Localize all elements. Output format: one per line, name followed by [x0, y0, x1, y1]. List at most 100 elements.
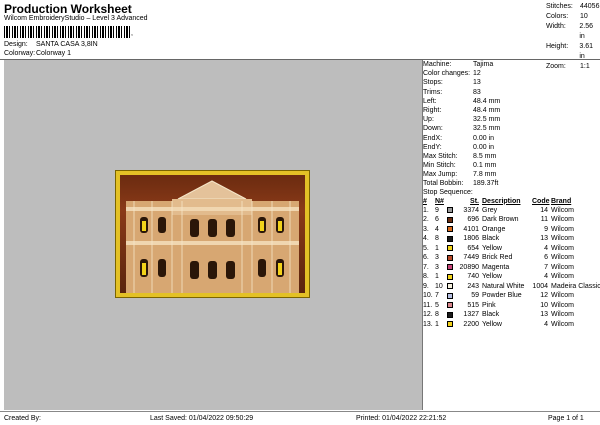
machine-info-list: Machine: Tajima Color changes: 12 Stops: 13 Tr… [423, 60, 600, 189]
machine-info-value: 12 [473, 70, 481, 78]
machine-info-label: Max Stitch: [423, 152, 458, 160]
row-index: 4. [423, 235, 429, 243]
row-swatch [447, 253, 457, 263]
color-swatch [447, 292, 453, 299]
stop-sequence-row: 2. 6 696 Dark Brown 11 Wilcom [423, 215, 600, 225]
row-stitches: 3374 [463, 206, 479, 214]
machine-info-row: Max Jump: 7.8 mm [423, 170, 600, 179]
stat-label: Width: [546, 23, 566, 30]
row-code: 4 [544, 273, 548, 281]
row-brand: Wilcom [551, 225, 574, 233]
machine-info-value: 7.8 mm [473, 171, 497, 179]
row-description: Pink [482, 301, 496, 309]
machine-info-row: Machine: Tajima [423, 60, 600, 69]
color-swatch [447, 254, 453, 261]
row-needle: 8 [435, 235, 439, 243]
row-brand: Wilcom [551, 206, 574, 214]
colorway-label: Colorway: [4, 50, 36, 57]
stop-sequence-row: 10. 7 59 Powder Blue 12 Wilcom [423, 291, 600, 301]
row-stitches: 7449 [463, 254, 479, 262]
machine-info-row: Right: 48.4 mm [423, 106, 600, 115]
machine-info-row: Min Stitch: 0.1 mm [423, 161, 600, 170]
machine-info-row: Max Stitch: 8.5 mm [423, 152, 600, 161]
row-brand: Wilcom [551, 273, 574, 281]
stop-sequence-row: 1. 9 3374 Grey 14 Wilcom [423, 206, 600, 216]
machine-info-value: 0.1 mm [473, 162, 497, 170]
building-illustration [126, 180, 299, 293]
row-swatch [447, 234, 457, 244]
stop-sequence-row: 12. 8 1327 Black 13 Wilcom [423, 310, 600, 320]
row-needle: 1 [435, 273, 439, 281]
machine-info-label: Up: [423, 116, 434, 124]
machine-info-value: 48.4 mm [473, 97, 501, 105]
row-index: 5. [423, 244, 429, 252]
row-swatch [447, 244, 457, 254]
row-description: Orange [482, 225, 506, 233]
row-code: 4 [544, 244, 548, 252]
row-description: Yellow [482, 320, 502, 328]
row-swatch [447, 206, 457, 216]
printed-date: Printed: 01/04/2022 22:21:52 [356, 415, 447, 422]
machine-info-row: EndX: 0.00 in [423, 134, 600, 143]
row-description: Yellow [482, 244, 502, 252]
row-code: 7 [544, 263, 548, 271]
row-swatch [447, 301, 457, 311]
row-needle: 3 [435, 263, 439, 271]
color-swatch [447, 264, 453, 271]
row-stitches: 654 [467, 244, 479, 252]
machine-info-label: Max Jump: [423, 171, 458, 179]
row-stitches: 2200 [463, 320, 479, 328]
machine-info-label: Right: [423, 106, 442, 114]
stat-value: 10 [580, 13, 588, 20]
row-code: 14 [540, 206, 548, 214]
col-needle: N# [435, 197, 444, 205]
row-needle: 10 [435, 282, 443, 290]
col-stitches: St. [470, 197, 479, 205]
row-swatch [447, 310, 457, 320]
machine-info-row: Trims: 83 [423, 88, 600, 97]
color-swatch [447, 207, 453, 214]
machine-info-label: Down: [423, 125, 443, 133]
machine-info-value: 0.00 in [473, 134, 495, 142]
machine-info-row: Left: 48.4 mm [423, 97, 600, 106]
stat-label: Colors: [546, 13, 569, 20]
row-code: 12 [540, 292, 548, 300]
row-stitches: 4101 [463, 225, 479, 233]
row-stitches: 740 [467, 273, 479, 281]
page-title: Production Worksheet [4, 2, 132, 16]
machine-info-value: Tajima [473, 61, 494, 68]
stop-sequence-row: 5. 1 654 Yellow 4 Wilcom [423, 244, 600, 254]
machine-info-value: 32.5 mm [473, 116, 501, 124]
row-swatch [447, 320, 457, 330]
row-brand: Madeira Classic 40 [551, 282, 600, 290]
row-stitches: 1327 [463, 311, 479, 319]
col-brand: Brand [551, 197, 572, 205]
software-subtitle: Wilcom EmbroideryStudio – Level 3 Advanc… [4, 15, 148, 22]
color-swatch [447, 311, 453, 318]
row-stitches: 243 [467, 282, 479, 290]
machine-info-panel: Machine: Tajima Color changes: 12 Stops: 13 Tr… [423, 60, 600, 329]
row-needle: 9 [435, 206, 439, 214]
stop-sequence-row: 9. 10 243 Natural White 1004 Madeira Classic … [423, 282, 600, 292]
machine-info-label: Left: [423, 97, 437, 105]
stop-sequence-row: 7. 3 20890 Magenta 7 Wilcom [423, 263, 600, 273]
row-stitches: 1806 [463, 235, 479, 243]
row-needle: 1 [435, 320, 439, 328]
row-index: 8. [423, 273, 429, 281]
row-brand: Wilcom [551, 292, 574, 300]
row-swatch [447, 263, 457, 273]
machine-info-label: EndX: [423, 134, 443, 142]
row-brand: Wilcom [551, 301, 574, 309]
machine-info-label: Min Stitch: [423, 162, 456, 170]
row-description: Grey [482, 206, 498, 214]
stop-sequence-row: 13. 1 2200 Yellow 4 Wilcom [423, 320, 600, 330]
created-by: Created By: [4, 415, 41, 422]
row-index: 13. [423, 320, 433, 328]
row-needle: 3 [435, 254, 439, 262]
machine-info-value: 32.5 mm [473, 125, 501, 133]
last-saved: Last Saved: 01/04/2022 09:50:29 [150, 415, 254, 422]
color-swatch [447, 283, 453, 290]
color-swatch [447, 302, 453, 309]
col-code: Code [532, 197, 550, 205]
machine-info-row: Down: 32.5 mm [423, 124, 600, 133]
